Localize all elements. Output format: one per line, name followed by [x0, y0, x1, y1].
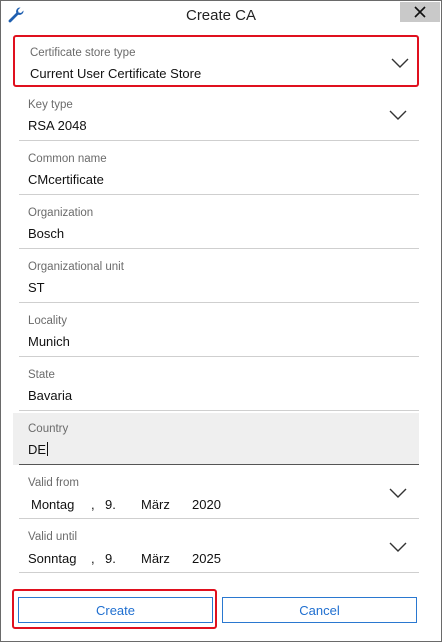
valid-until-label: Valid until — [28, 531, 78, 543]
valid-from-separator: , — [91, 497, 95, 512]
close-button[interactable] — [400, 2, 440, 22]
valid-until-day: 9. — [105, 551, 116, 566]
locality-label: Locality — [28, 315, 67, 327]
valid-until-month: März — [141, 551, 170, 566]
country-value: DE — [28, 442, 47, 457]
chevron-down-icon — [389, 488, 407, 498]
key-type-value: RSA 2048 — [28, 118, 87, 133]
field-underline — [19, 248, 419, 249]
chevron-down-icon — [389, 542, 407, 552]
field-underline — [19, 410, 419, 411]
organization-value: Bosch — [28, 226, 65, 241]
field-underline — [19, 572, 419, 573]
key-type-dropdown[interactable]: Key type RSA 2048 — [13, 89, 419, 141]
chevron-down-icon — [389, 110, 407, 120]
field-underline — [19, 518, 419, 519]
organizational-unit-label: Organizational unit — [28, 261, 124, 273]
organization-field[interactable]: Organization Bosch — [13, 197, 419, 249]
valid-from-weekday: Montag — [31, 497, 75, 512]
valid-until-separator: , — [91, 551, 95, 566]
locality-field[interactable]: Locality Munich — [13, 305, 419, 357]
state-value: Bavaria — [28, 388, 73, 403]
title-bar: Create CA — [1, 1, 441, 31]
valid-from-label: Valid from — [28, 477, 79, 489]
chevron-down-icon — [391, 58, 409, 68]
common-name-field[interactable]: Common name CMcertificate — [13, 143, 419, 195]
organization-label: Organization — [28, 207, 94, 219]
valid-until-datepicker[interactable]: Valid until Sonntag , 9. März 2025 — [13, 521, 419, 573]
text-cursor — [47, 442, 49, 456]
organizational-unit-field[interactable]: Organizational unit ST — [13, 251, 419, 303]
valid-from-month: März — [141, 497, 170, 512]
common-name-label: Common name — [28, 153, 107, 165]
close-icon — [414, 6, 426, 18]
valid-from-year: 2020 — [192, 497, 221, 512]
key-type-label: Key type — [28, 99, 73, 111]
country-label: Country — [28, 423, 69, 435]
organizational-unit-value: ST — [28, 280, 45, 295]
certificate-store-type-label: Certificate store type — [30, 47, 136, 59]
certificate-store-type-dropdown[interactable]: Certificate store type Current User Cert… — [13, 35, 419, 87]
field-underline — [19, 194, 419, 195]
common-name-value: CMcertificate — [28, 172, 104, 187]
field-underline — [19, 356, 419, 357]
field-underline — [19, 302, 419, 303]
certificate-store-type-value: Current User Certificate Store — [30, 66, 202, 81]
state-label: State — [28, 369, 55, 381]
dialog-title: Create CA — [185, 7, 257, 24]
valid-until-year: 2025 — [192, 551, 221, 566]
field-underline — [19, 140, 419, 141]
create-ca-dialog: Create CA Certificate store type Current… — [0, 0, 442, 642]
field-underline — [19, 464, 419, 465]
country-value-wrap: DE — [28, 442, 49, 457]
country-field[interactable]: Country DE — [13, 413, 419, 465]
cancel-button[interactable]: Cancel — [222, 597, 417, 623]
valid-from-datepicker[interactable]: Valid from Montag , 9. März 2020 — [13, 467, 419, 519]
valid-from-day: 9. — [105, 497, 116, 512]
locality-value: Munich — [28, 334, 70, 349]
state-field[interactable]: State Bavaria — [13, 359, 419, 411]
valid-until-weekday: Sonntag — [28, 551, 77, 566]
create-button[interactable]: Create — [18, 597, 213, 623]
